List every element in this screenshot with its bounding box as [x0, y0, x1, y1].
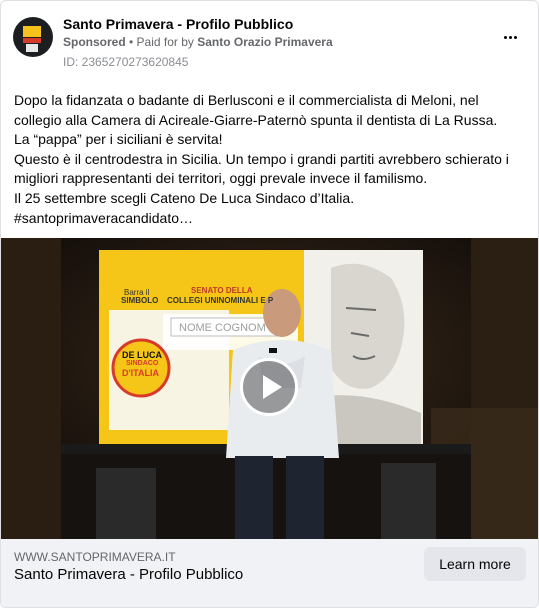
- sponsor-line: Sponsored • Paid for by Santo Orazio Pri…: [63, 35, 333, 49]
- screen-logo-line3: D'ITALIA: [122, 368, 159, 378]
- page-avatar[interactable]: [13, 17, 53, 57]
- learn-more-button[interactable]: Learn more: [424, 547, 526, 581]
- body-line: migliori rappresentanti dei territori, o…: [14, 170, 428, 187]
- body-line: La “pappa” per i siciliani è servita!: [14, 131, 223, 148]
- link-domain: WWW.SANTOPRIMAVERA.IT: [14, 550, 176, 564]
- body-line: Il 25 settembre scegli Cateno De Luca Si…: [14, 189, 355, 206]
- payer-name: Santo Orazio Primavera: [197, 35, 333, 49]
- link-title[interactable]: Santo Primavera - Profilo Pubblico: [14, 566, 243, 583]
- sponsored-post-card: Santo Primavera - Profilo Pubblico Spons…: [0, 0, 539, 608]
- body-line: Dopo la fidanzata o badante di Berluscon…: [14, 92, 479, 108]
- paid-for-prefix: • Paid for by: [125, 35, 198, 49]
- sponsored-label[interactable]: Sponsored: [63, 35, 126, 49]
- post-header: Santo Primavera - Profilo Pubblico Spons…: [13, 13, 526, 73]
- screen-senato-text: SENATO DELLA: [191, 286, 253, 295]
- ad-id: ID: 2365270273620845: [63, 55, 189, 69]
- link-preview-footer[interactable]: WWW.SANTOPRIMAVERA.IT Santo Primavera - …: [1, 539, 538, 607]
- post-body-text: Dopo la fidanzata o badante di Berluscon…: [14, 91, 526, 228]
- screen-logo-line1: DE LUCA: [122, 350, 162, 360]
- screen-collegi-text: COLLEGI UNINOMINALI E P: [167, 296, 274, 305]
- body-line: Questo è il centrodestra in Sicilia. Un …: [14, 150, 509, 167]
- body-line: collegio alla Camera di Acireale-Giarre-…: [14, 111, 498, 128]
- screen-simbolo-text: SIMBOLO: [121, 296, 159, 305]
- play-icon[interactable]: [240, 358, 298, 416]
- more-options-icon[interactable]: [498, 27, 522, 47]
- page-name-link[interactable]: Santo Primavera - Profilo Pubblico: [63, 16, 293, 32]
- body-hashtag-link[interactable]: #santoprimaveracandidato…: [14, 209, 526, 229]
- screen-nome-text: NOME COGNOM: [179, 322, 266, 334]
- screen-logo-line2: SINDACO: [126, 360, 159, 367]
- video-player[interactable]: Barra il SIMBOLO SENATO DELLA COLLEGI UN…: [1, 238, 538, 539]
